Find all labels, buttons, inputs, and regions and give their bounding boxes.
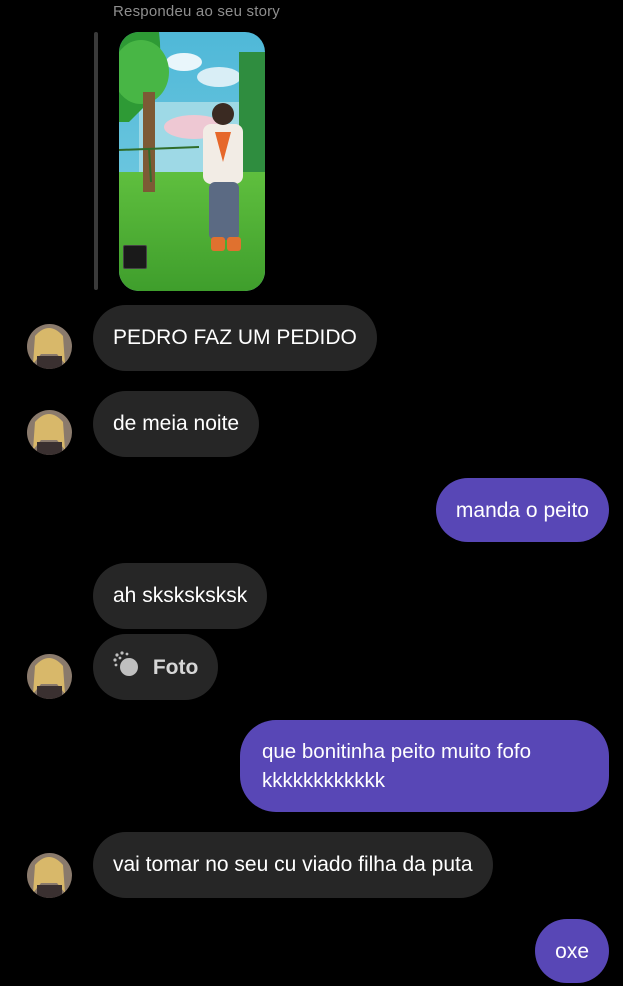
message-text: de meia noite: [113, 412, 240, 435]
story-author-avatar: [123, 245, 147, 269]
message-sent-1[interactable]: manda o peito: [435, 478, 609, 542]
message-received-1[interactable]: PEDRO FAZ UM PEDIDO: [93, 305, 377, 371]
contact-avatar[interactable]: [27, 853, 72, 898]
message-text: vai tomar no seu cu viado filha da puta: [113, 853, 473, 876]
message-text: ah sksksksksk: [113, 584, 248, 607]
reply-indicator-bar: [94, 32, 98, 290]
photo-label: Foto: [152, 655, 199, 679]
message-received-4[interactable]: vai tomar no seu cu viado filha da puta: [93, 832, 493, 898]
message-received-3[interactable]: ah sksksksksk: [93, 563, 268, 629]
story-reply-label: Respondeu ao seu story: [113, 3, 281, 20]
story-thumbnail[interactable]: [119, 32, 265, 291]
message-sent-2[interactable]: que bonitinha peito muito fofo kkkkkkkkk…: [240, 720, 609, 812]
message-sent-3[interactable]: oxe: [535, 919, 609, 983]
contact-avatar[interactable]: [27, 410, 72, 455]
message-text: PEDRO FAZ UM PEDIDO: [113, 326, 357, 349]
contact-avatar[interactable]: [27, 324, 72, 369]
contact-avatar[interactable]: [27, 654, 72, 699]
message-text: manda o peito: [455, 499, 589, 522]
view-once-photo-icon: [113, 651, 141, 679]
message-text: oxe: [555, 940, 589, 963]
message-received-2[interactable]: de meia noite: [93, 391, 260, 457]
message-text: que bonitinha peito muito fofo kkkkkkkkk…: [262, 740, 531, 792]
message-photo[interactable]: Foto: [93, 634, 219, 700]
